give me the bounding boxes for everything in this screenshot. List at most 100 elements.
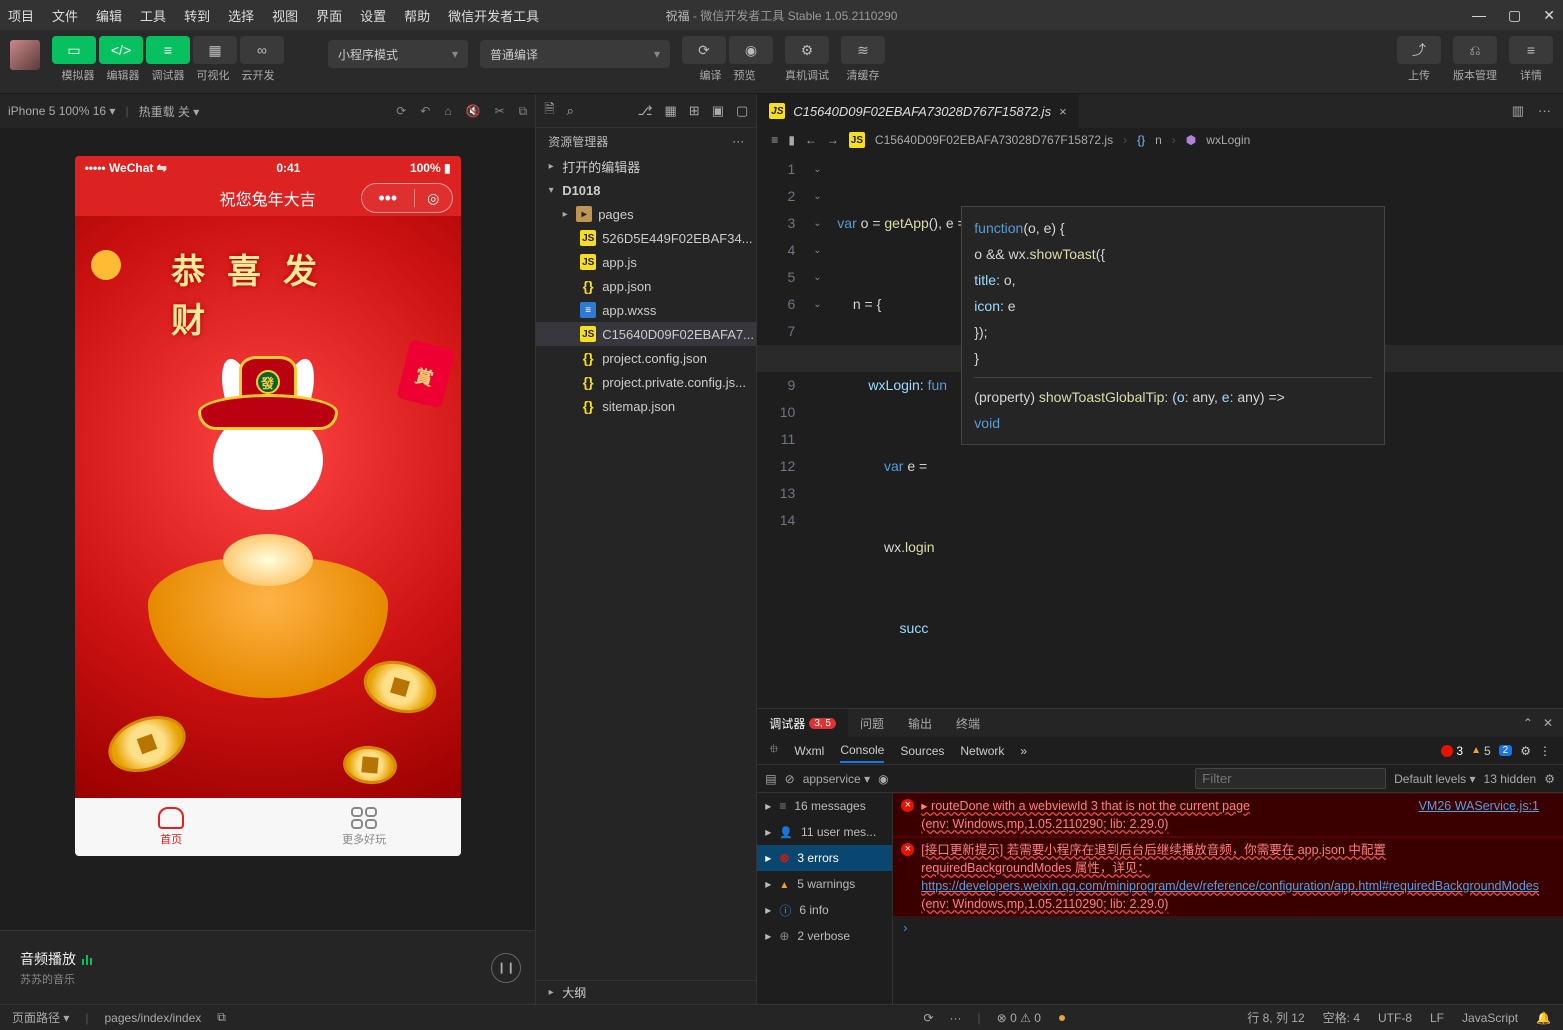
context-select[interactable]: appservice ▾ — [803, 772, 870, 786]
home-icon[interactable]: ⌂ — [444, 104, 451, 119]
cut-icon[interactable]: ✂ — [495, 104, 505, 119]
devtools-tab-terminal[interactable]: 终端 — [944, 709, 992, 737]
tabbar-home[interactable]: 首页 — [75, 807, 268, 847]
tabbar-more[interactable]: 更多好玩 — [268, 807, 461, 847]
subtab-console[interactable]: Console — [840, 743, 884, 763]
layout-icon[interactable]: ▦ — [665, 103, 677, 119]
menu-ui[interactable]: 界面 — [316, 6, 342, 25]
subtab-network[interactable]: Network — [960, 744, 1004, 758]
console-error-row[interactable]: [接口更新提示] 若需要小程序在退到后台后继续播放音频，你需要在 app.jso… — [893, 837, 1563, 917]
split-editor-icon[interactable]: ▥ — [1512, 103, 1524, 119]
preview-button[interactable]: ◉ — [729, 36, 773, 64]
levels-select[interactable]: Default levels ▾ — [1394, 772, 1475, 786]
menu-file[interactable]: 文件 — [52, 6, 78, 25]
chevron-up-icon[interactable]: ⌃ — [1523, 716, 1533, 730]
kebab-icon[interactable]: ⋮ — [1539, 744, 1551, 758]
gear-icon[interactable]: ⚙ — [1520, 744, 1531, 758]
menu-select[interactable]: 选择 — [228, 6, 254, 25]
console-prompt[interactable]: › — [893, 917, 1563, 939]
tree-file-selected[interactable]: JSC15640D09F02EBAFA7... — [536, 322, 756, 346]
list-icon[interactable]: ≡ — [771, 133, 778, 147]
tree-file[interactable]: {}app.json — [536, 274, 756, 298]
mode-select[interactable]: 小程序模式▾ — [328, 40, 468, 68]
search-icon[interactable]: ⌕ — [567, 103, 574, 119]
tree-root[interactable]: ▾D1018 — [536, 178, 756, 202]
device-select[interactable]: iPhone 5 100% 16 ▾ — [8, 104, 115, 118]
nav-fwd-icon[interactable]: → — [827, 133, 839, 147]
indent-indicator[interactable]: 空格: 4 — [1323, 1009, 1360, 1026]
menu-tool[interactable]: 工具 — [140, 6, 166, 25]
compile-select[interactable]: 普通编译▾ — [480, 40, 670, 68]
copy-icon[interactable]: ⧉ — [217, 1010, 226, 1025]
nav-back-icon[interactable]: ← — [805, 133, 817, 147]
tree-file[interactable]: {}project.config.json — [536, 346, 756, 370]
debugger-button[interactable]: ≡ — [146, 36, 190, 64]
breadcrumb-symbol[interactable]: wxLogin — [1206, 133, 1250, 147]
encoding-indicator[interactable]: UTF-8 — [1378, 1011, 1412, 1025]
side-row-warnings[interactable]: ▸5 warnings — [757, 871, 892, 897]
remote-debug-button[interactable]: ⚙ — [785, 36, 829, 64]
files-icon[interactable]: 🗎 — [544, 100, 554, 122]
close-icon[interactable]: × — [1059, 104, 1067, 119]
avatar[interactable] — [10, 40, 40, 70]
package-icon[interactable]: ⊞ — [689, 103, 700, 119]
version-button[interactable]: ⎌ — [1453, 36, 1497, 64]
more-icon[interactable]: ··· — [732, 134, 744, 148]
subtab-sources[interactable]: Sources — [900, 744, 944, 758]
editor-button[interactable]: </> — [99, 36, 143, 64]
inspect-icon[interactable]: ⯐ — [769, 740, 778, 761]
devtools-tab-debugger[interactable]: 调试器3, 5 — [757, 709, 848, 737]
breadcrumb[interactable]: ≡ ▮ ← → JS C15640D09F02EBAFA73028D767F15… — [757, 128, 1563, 152]
gear-icon[interactable]: ⚙ — [1544, 772, 1555, 786]
subtab-wxml[interactable]: Wxml — [794, 744, 824, 758]
hidden-count[interactable]: 13 hidden — [1484, 772, 1537, 786]
refresh-icon[interactable]: ⟳ — [923, 1011, 933, 1025]
warning-count[interactable]: 5 — [1471, 744, 1491, 758]
close-icon[interactable]: ✕ — [1543, 7, 1555, 24]
page-path-label[interactable]: 页面路径 ▾ — [12, 1009, 69, 1026]
branch-icon[interactable]: ⎇ — [638, 103, 653, 119]
console-output[interactable]: VM26 WAService.js:1 ▸ routeDone with a w… — [893, 793, 1563, 1004]
menu-help[interactable]: 帮助 — [404, 6, 430, 25]
menu-edit[interactable]: 编辑 — [96, 6, 122, 25]
cursor-position[interactable]: 行 8, 列 12 — [1247, 1009, 1304, 1026]
simulator-button[interactable]: ▭ — [52, 36, 96, 64]
breadcrumb-file[interactable]: C15640D09F02EBAFA73028D767F15872.js — [875, 133, 1113, 147]
capsule-close-icon[interactable]: ◎ — [415, 190, 452, 207]
doc-link[interactable]: https://developers.weixin.qq.com/minipro… — [921, 879, 1539, 893]
menu-goto[interactable]: 转到 — [184, 6, 210, 25]
page-path-value[interactable]: pages/index/index — [105, 1011, 202, 1025]
clear-cache-button[interactable]: ≋ — [841, 36, 885, 64]
error-count[interactable]: 3 — [1441, 744, 1463, 758]
compile-button[interactable]: ⟳ — [682, 36, 726, 64]
devtools-tab-output[interactable]: 输出 — [896, 709, 944, 737]
hot-reload-toggle[interactable]: 热重载 关 ▾ — [139, 103, 200, 120]
more-icon[interactable]: ··· — [950, 1011, 962, 1025]
language-indicator[interactable]: JavaScript — [1462, 1011, 1518, 1025]
phone-body[interactable]: 恭喜发财 發 — [75, 216, 461, 798]
tree-file[interactable]: JS526D5E449F02EBAF34... — [536, 226, 756, 250]
terminal-icon[interactable]: ▢ — [736, 103, 748, 119]
editor-tab-active[interactable]: JS C15640D09F02EBAFA73028D767F15872.js × — [757, 94, 1079, 128]
info-count-badge[interactable]: 2 — [1499, 745, 1513, 756]
detail-button[interactable]: ≡ — [1509, 36, 1553, 64]
mute-icon[interactable]: 🔇 — [466, 104, 481, 119]
tree-open-editors[interactable]: ▸打开的编辑器 — [536, 154, 756, 178]
more-tabs-icon[interactable]: » — [1020, 744, 1027, 758]
tree-folder-pages[interactable]: ▸▸pages — [536, 202, 756, 226]
upload-button[interactable]: ⤴ — [1397, 36, 1441, 64]
visualize-button[interactable]: ▦ — [193, 36, 237, 64]
side-row-messages[interactable]: ▸16 messages — [757, 793, 892, 819]
breadcrumb-symbol[interactable]: n — [1155, 133, 1162, 147]
problems-indicator[interactable]: ⊗ 0 ⚠ 0 — [997, 1011, 1041, 1025]
close-icon[interactable]: ✕ — [1543, 716, 1553, 730]
side-row-info[interactable]: ▸6 info — [757, 897, 892, 923]
corner-badge-icon[interactable] — [84, 244, 126, 286]
minimize-icon[interactable]: — — [1472, 7, 1486, 24]
bell-icon[interactable]: 🔔 — [1536, 1011, 1551, 1025]
devtools-tab-problems[interactable]: 问题 — [848, 709, 896, 737]
filter-input[interactable] — [1195, 768, 1386, 789]
side-row-user[interactable]: ▸11 user mes... — [757, 819, 892, 845]
extension-icon[interactable]: ▣ — [712, 103, 724, 119]
float-icon[interactable]: ⧉ — [519, 104, 528, 119]
